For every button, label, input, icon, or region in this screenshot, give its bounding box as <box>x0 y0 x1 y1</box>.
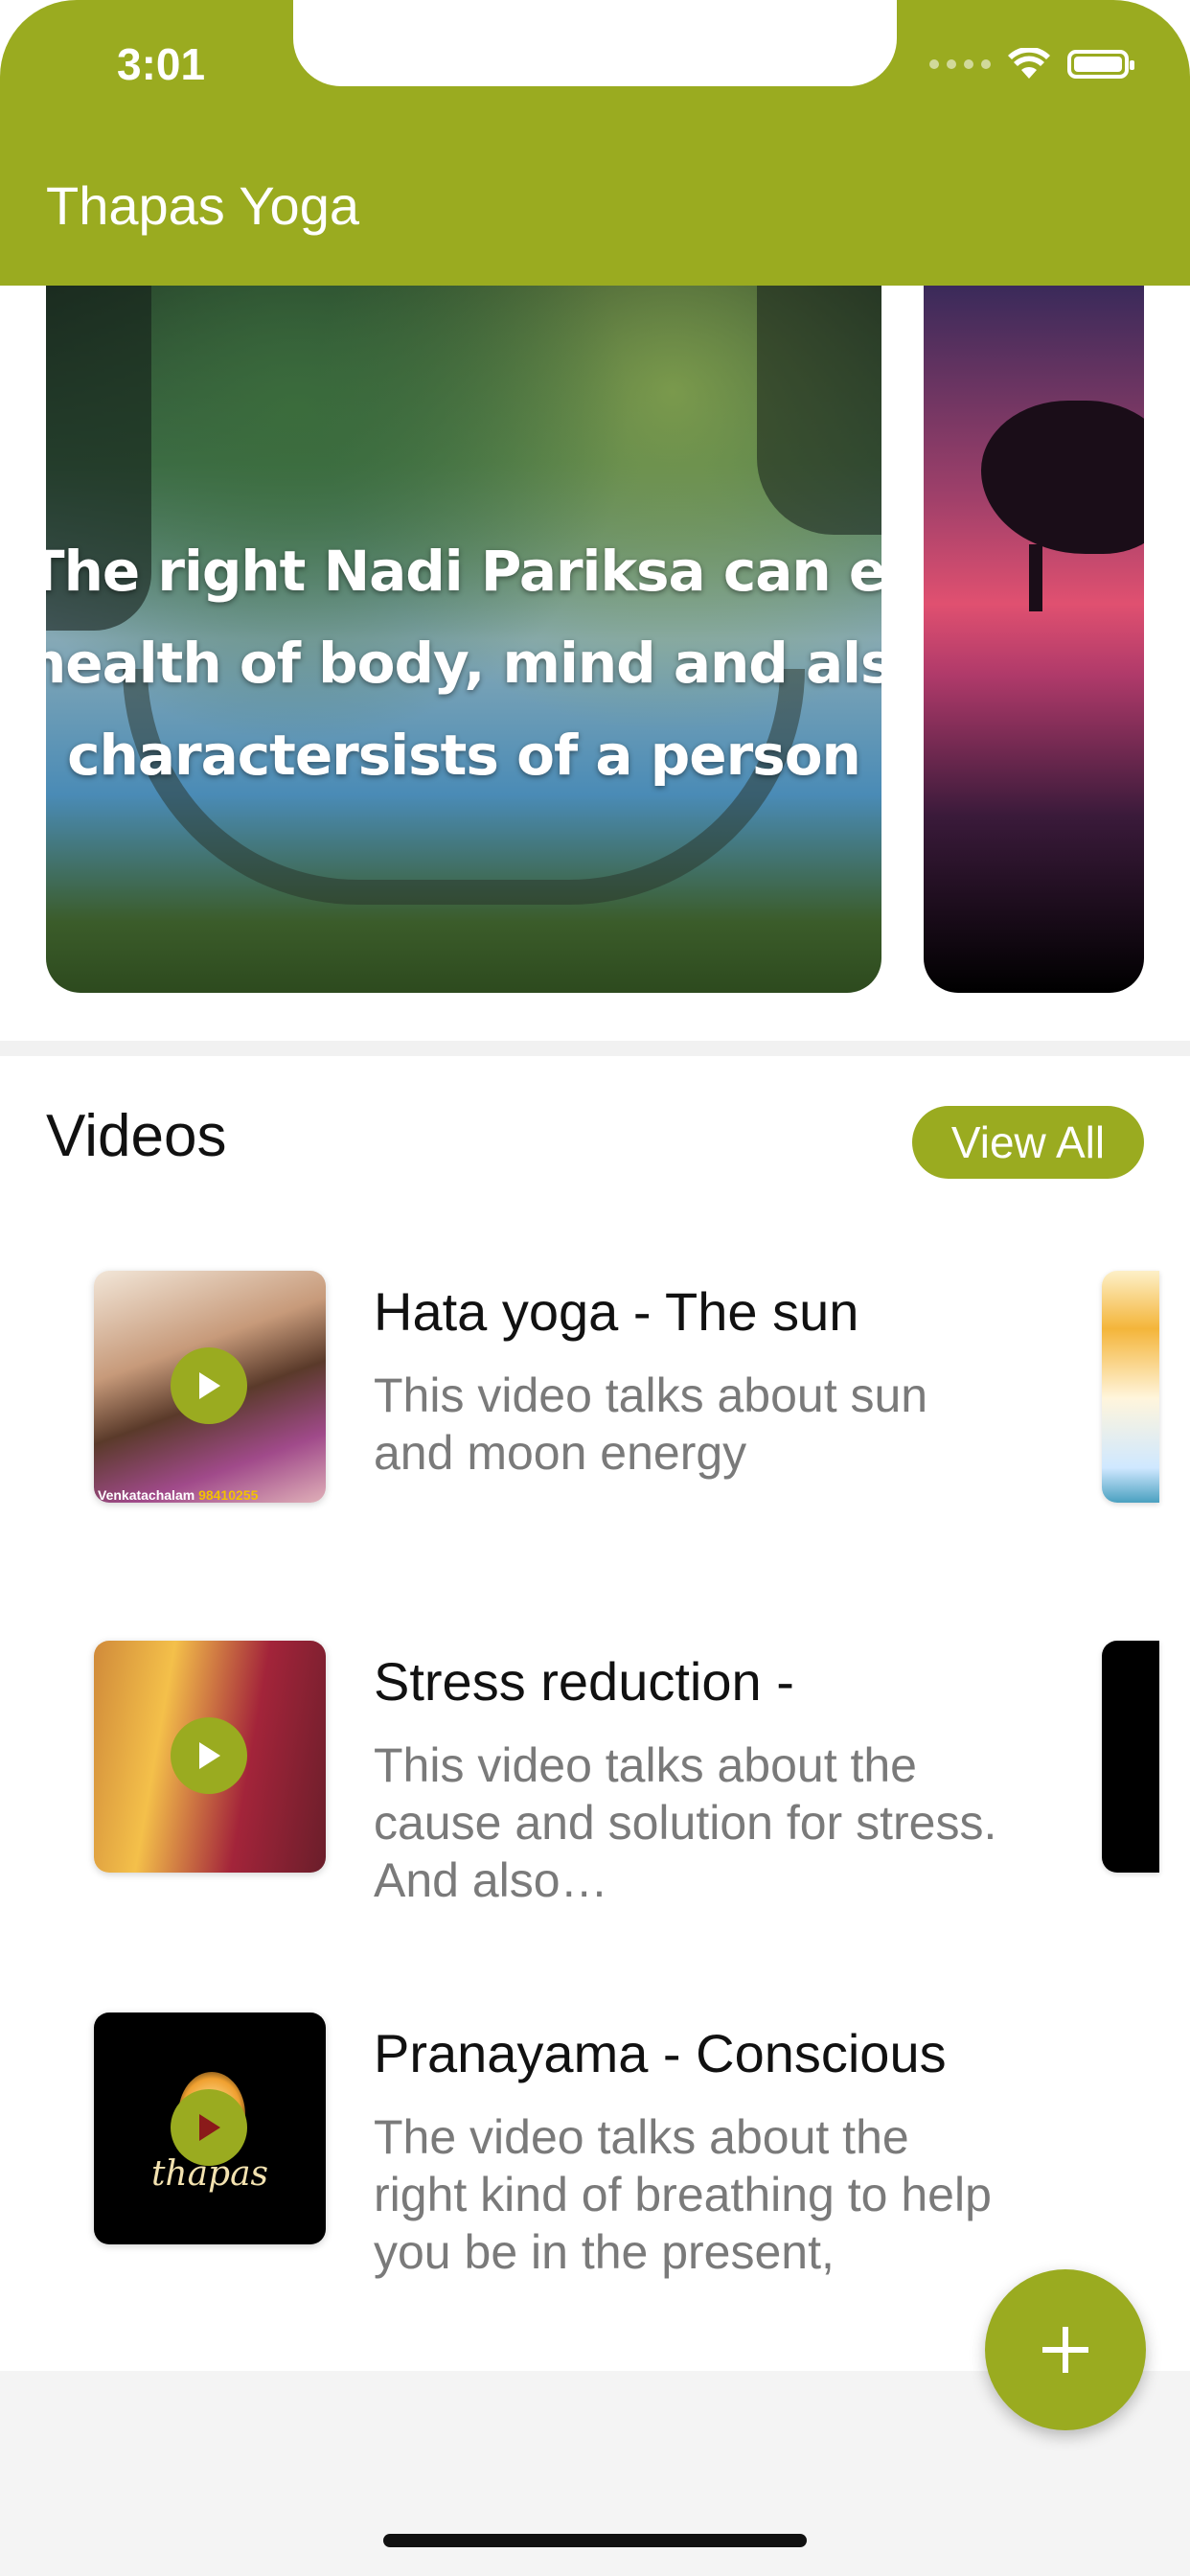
home-indicator <box>383 2534 807 2547</box>
battery-icon <box>1067 50 1134 79</box>
next-video-thumbnail[interactable] <box>1102 1271 1159 1503</box>
play-icon[interactable] <box>171 1347 247 1424</box>
video-description: This video talks about the cause and sol… <box>374 1738 997 1907</box>
section-divider <box>0 1041 1190 1056</box>
thumb-caption: Venkatachalam 98410255 <box>98 1487 259 1503</box>
banner-quote-line: The right Nadi Pariksa can explain the <box>46 539 881 604</box>
video-title: Hata yoga - The sun <box>374 1281 859 1342</box>
banner-slide[interactable]: The right Nadi Pariksa can explain the h… <box>46 286 881 993</box>
banner-carousel[interactable]: The right Nadi Pariksa can explain the h… <box>0 286 1190 995</box>
app-screen: 3:01 Thapas Yoga The right Nadi Pariksa … <box>0 0 1190 2576</box>
banner-quote-line: health of body, mind and also the <box>46 631 881 696</box>
tree-silhouette <box>981 401 1144 554</box>
banner-quote-line: charactersists of a person <box>67 723 861 788</box>
device-notch <box>293 0 897 86</box>
video-thumbnail[interactable] <box>94 1641 326 1873</box>
play-icon[interactable] <box>171 2089 247 2166</box>
video-description: The video talks about the right kind of … <box>374 2110 992 2279</box>
status-icons <box>929 48 1134 80</box>
video-list-item[interactable]: Stress reduction - This video talks abou… <box>0 1641 1190 1928</box>
page-title: Thapas Yoga <box>46 175 359 236</box>
video-description: This video talks about sun and moon ener… <box>374 1368 928 1480</box>
plus-icon <box>1042 2327 1088 2373</box>
video-title: Stress reduction - <box>374 1651 794 1712</box>
video-list-item[interactable]: thapas Pranayama - Conscious The video t… <box>0 2012 1190 2300</box>
play-icon[interactable] <box>171 1717 247 1794</box>
status-time: 3:01 <box>117 39 206 89</box>
bridge-pillar-right <box>757 286 881 535</box>
wifi-icon <box>1008 48 1050 79</box>
add-button[interactable] <box>985 2269 1146 2430</box>
banner-slide[interactable] <box>924 286 1144 993</box>
section-title: Videos <box>46 1103 227 1169</box>
banner-quote: The right Nadi Pariksa can explain the h… <box>46 525 881 801</box>
video-thumbnail[interactable]: thapas <box>94 2012 326 2244</box>
app-bar: 3:01 Thapas Yoga <box>0 0 1190 286</box>
tree-trunk <box>1029 544 1042 611</box>
next-video-thumbnail[interactable] <box>1102 1641 1159 1873</box>
video-list-item[interactable]: Venkatachalam 98410255 Hata yoga - The s… <box>0 1271 1190 1558</box>
video-thumbnail[interactable]: Venkatachalam 98410255 <box>94 1271 326 1503</box>
video-title: Pranayama - Conscious <box>374 2023 947 2083</box>
view-all-button[interactable]: View All <box>912 1106 1144 1179</box>
signal-icon <box>929 59 991 69</box>
